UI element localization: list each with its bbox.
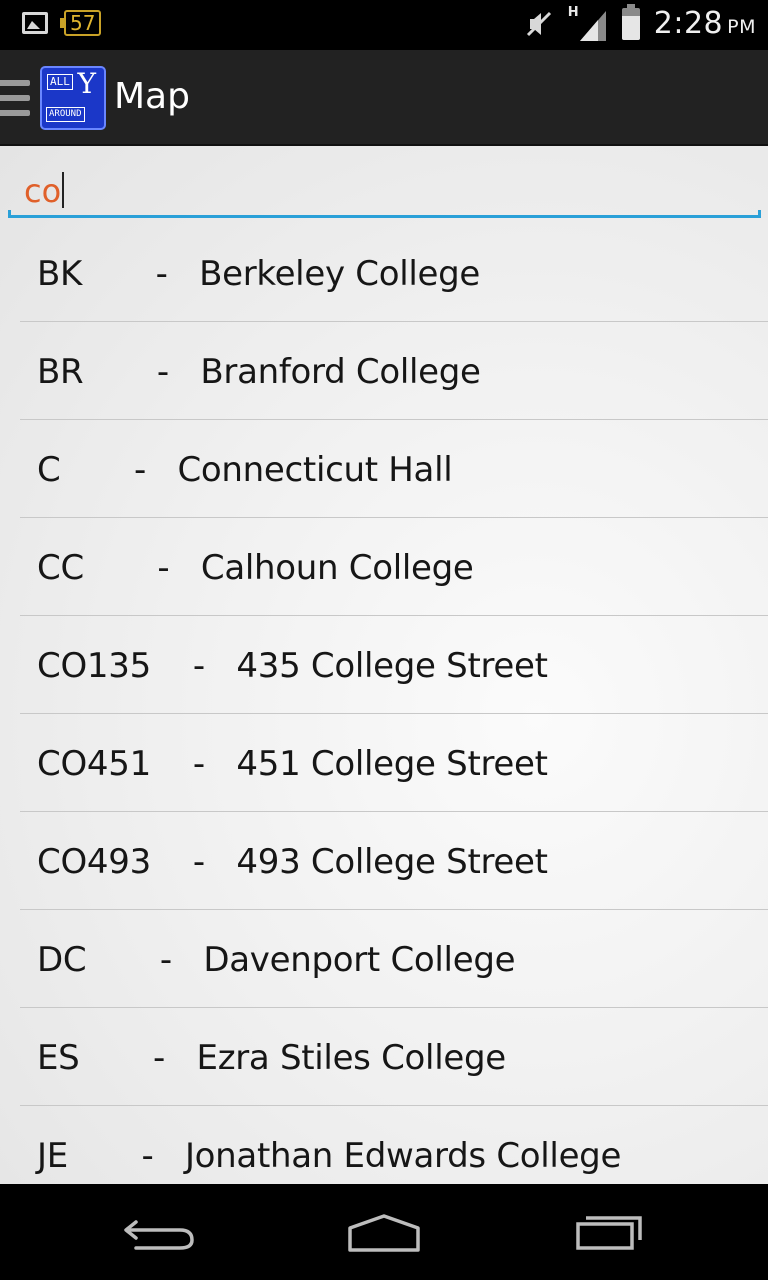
list-item-label: DC - Davenport College	[37, 940, 516, 980]
list-item[interactable]: CO493 - 493 College Street	[20, 812, 768, 910]
search-input[interactable]: co	[8, 162, 761, 218]
list-item[interactable]: JE - Jonathan Edwards College	[20, 1106, 768, 1184]
status-bar-left: 57	[22, 10, 102, 36]
list-item-label: CO493 - 493 College Street	[37, 842, 548, 882]
list-item[interactable]: C - Connecticut Hall	[20, 420, 768, 518]
results-list: BK - Berkeley College BR - Branford Coll…	[20, 224, 768, 1184]
action-bar: ALL Y AROUND Map	[0, 50, 768, 146]
status-bar: 57 H 2:28 PM	[0, 0, 768, 50]
list-item[interactable]: DC - Davenport College	[20, 910, 768, 1008]
text-caret	[62, 172, 65, 208]
app-logo[interactable]: ALL Y AROUND	[40, 66, 106, 130]
list-item[interactable]: BK - Berkeley College	[20, 224, 768, 322]
search-input-value[interactable]: co	[24, 172, 65, 210]
list-item-label: ES - Ezra Stiles College	[37, 1038, 506, 1078]
list-item[interactable]: ES - Ezra Stiles College	[20, 1008, 768, 1106]
drawer-menu-icon[interactable]	[0, 80, 30, 120]
logo-top-text: ALL	[47, 74, 73, 90]
recent-apps-icon[interactable]	[564, 1208, 654, 1256]
list-item-label: CC - Calhoun College	[37, 548, 474, 588]
list-item[interactable]: BR - Branford College	[20, 322, 768, 420]
battery-icon	[621, 3, 640, 40]
mute-icon	[524, 9, 554, 39]
list-item-label: BK - Berkeley College	[37, 254, 481, 294]
list-item-label: BR - Branford College	[37, 352, 481, 392]
main-content: co BK - Berkeley College BR - Branford C…	[0, 146, 768, 1184]
gallery-icon	[22, 12, 48, 34]
list-item-label: JE - Jonathan Edwards College	[37, 1136, 622, 1176]
signal-icon: H	[567, 4, 608, 41]
page-title: Map	[114, 76, 190, 117]
list-item-label: C - Connecticut Hall	[37, 450, 453, 490]
search-underline	[8, 210, 761, 218]
logo-bottom-text: AROUND	[46, 107, 85, 122]
list-item[interactable]: CO135 - 435 College Street	[20, 616, 768, 714]
list-item-label: CO451 - 451 College Street	[37, 744, 548, 784]
logo-letter: Y	[77, 67, 96, 100]
clock-time: 2:28	[653, 6, 724, 41]
list-item-label: CO135 - 435 College Street	[37, 646, 548, 686]
clock-ampm: PM	[727, 16, 756, 38]
network-type-label: H	[567, 4, 579, 20]
back-icon[interactable]	[112, 1208, 202, 1256]
navigation-bar	[0, 1184, 768, 1280]
list-item[interactable]: CC - Calhoun College	[20, 518, 768, 616]
notification-badge-icon: 57	[59, 10, 102, 36]
status-bar-right: H 2:28 PM	[524, 3, 756, 41]
home-icon[interactable]	[338, 1208, 428, 1256]
clock: 2:28 PM	[654, 6, 756, 41]
list-item[interactable]: CO451 - 451 College Street	[20, 714, 768, 812]
